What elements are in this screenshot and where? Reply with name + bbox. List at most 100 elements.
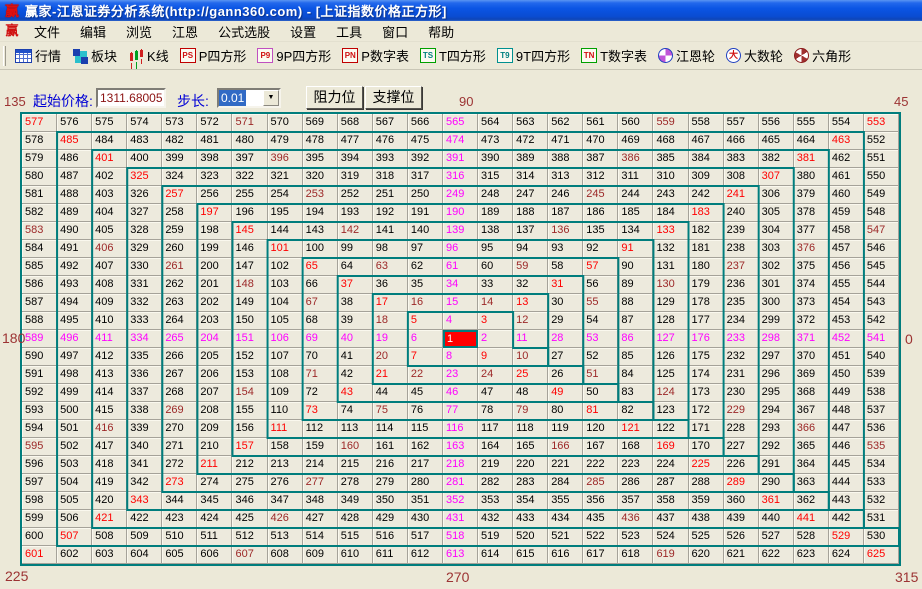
grid-cell[interactable]: 292 <box>759 438 794 456</box>
grid-cell[interactable]: 310 <box>653 168 688 186</box>
grid-cell[interactable]: 264 <box>162 312 197 330</box>
grid-cell[interactable]: 340 <box>127 438 162 456</box>
grid-cell[interactable]: 280 <box>408 474 443 492</box>
grid-cell[interactable]: 451 <box>829 348 864 366</box>
grid-cell[interactable]: 611 <box>373 546 408 564</box>
grid-cell[interactable]: 206 <box>197 366 232 384</box>
grid-cell[interactable]: 475 <box>408 132 443 150</box>
grid-cell[interactable]: 478 <box>303 132 338 150</box>
grid-cell[interactable]: 36 <box>373 276 408 294</box>
grid-cell[interactable]: 389 <box>513 150 548 168</box>
menu-item-工具[interactable]: 工具 <box>326 20 372 43</box>
grid-cell[interactable]: 284 <box>548 474 583 492</box>
grid-cell[interactable]: 320 <box>303 168 338 186</box>
grid-cell[interactable]: 220 <box>513 456 548 474</box>
grid-cell[interactable]: 85 <box>618 348 653 366</box>
grid-cell[interactable]: 422 <box>127 510 162 528</box>
grid-cell[interactable]: 48 <box>513 384 548 402</box>
grid-cell[interactable]: 99 <box>338 240 373 258</box>
grid-cell[interactable]: 607 <box>232 546 267 564</box>
grid-cell[interactable]: 232 <box>724 348 759 366</box>
grid-cell[interactable]: 281 <box>443 474 478 492</box>
grid-cell[interactable]: 327 <box>127 204 162 222</box>
grid-cell[interactable]: 141 <box>373 222 408 240</box>
grid-cell[interactable]: 401 <box>92 150 127 168</box>
grid-cell[interactable]: 426 <box>268 510 303 528</box>
grid-cell[interactable]: 189 <box>478 204 513 222</box>
grid-cell[interactable]: 547 <box>864 222 899 240</box>
grid-cell[interactable]: 541 <box>864 330 899 348</box>
grid-cell[interactable]: 455 <box>829 276 864 294</box>
grid-cell[interactable]: 244 <box>618 186 653 204</box>
grid-cell[interactable]: 191 <box>408 204 443 222</box>
grid-cell[interactable]: 11 <box>513 330 548 348</box>
grid-cell[interactable]: 241 <box>724 186 759 204</box>
grid-cell[interactable]: 103 <box>268 276 303 294</box>
grid-cell[interactable]: 123 <box>653 402 688 420</box>
grid-cell[interactable]: 210 <box>197 438 232 456</box>
grid-cell[interactable]: 609 <box>303 546 338 564</box>
grid-cell[interactable]: 95 <box>478 240 513 258</box>
grid-cell[interactable]: 357 <box>618 492 653 510</box>
grid-cell[interactable]: 29 <box>548 312 583 330</box>
grid-cell[interactable]: 328 <box>127 222 162 240</box>
grid-cell[interactable]: 88 <box>618 294 653 312</box>
grid-cell[interactable]: 618 <box>618 546 653 564</box>
grid-cell[interactable]: 222 <box>583 456 618 474</box>
grid-cell[interactable]: 504 <box>57 474 92 492</box>
grid-cell[interactable]: 408 <box>92 276 127 294</box>
grid-cell[interactable]: 453 <box>829 312 864 330</box>
grid-cell[interactable]: 252 <box>338 186 373 204</box>
grid-cell[interactable]: 114 <box>373 420 408 438</box>
grid-cell[interactable]: 622 <box>759 546 794 564</box>
grid-cell[interactable]: 138 <box>478 222 513 240</box>
grid-cell[interactable]: 165 <box>513 438 548 456</box>
grid-cell[interactable]: 77 <box>443 402 478 420</box>
grid-cell[interactable]: 372 <box>794 312 829 330</box>
grid-cell[interactable]: 305 <box>759 204 794 222</box>
grid-cell[interactable]: 108 <box>268 366 303 384</box>
grid-cell[interactable]: 582 <box>22 204 57 222</box>
grid-cell[interactable]: 219 <box>478 456 513 474</box>
grid-cell[interactable]: 489 <box>57 204 92 222</box>
grid-cell[interactable]: 480 <box>232 132 267 150</box>
grid-cell[interactable]: 409 <box>92 294 127 312</box>
grid-cell[interactable]: 439 <box>724 510 759 528</box>
grid-cell[interactable]: 299 <box>759 312 794 330</box>
grid-cell[interactable]: 449 <box>829 384 864 402</box>
grid-cell[interactable]: 211 <box>197 456 232 474</box>
grid-cell[interactable]: 66 <box>303 276 338 294</box>
toolbar-button-六角形[interactable]: 六角形 <box>790 44 855 67</box>
grid-cell[interactable]: 534 <box>864 456 899 474</box>
grid-cell[interactable]: 400 <box>127 150 162 168</box>
grid-cell[interactable]: 322 <box>232 168 267 186</box>
grid-cell[interactable]: 525 <box>689 528 724 546</box>
grid-cell[interactable]: 268 <box>162 384 197 402</box>
grid-cell[interactable]: 309 <box>689 168 724 186</box>
grid-cell[interactable]: 371 <box>794 330 829 348</box>
grid-cell[interactable]: 621 <box>724 546 759 564</box>
grid-cell[interactable]: 14 <box>478 294 513 312</box>
grid-cell[interactable]: 501 <box>57 420 92 438</box>
grid-cell[interactable]: 122 <box>653 420 688 438</box>
grid-cell[interactable]: 436 <box>618 510 653 528</box>
grid-cell[interactable]: 535 <box>864 438 899 456</box>
grid-cell[interactable]: 250 <box>408 186 443 204</box>
grid-cell[interactable]: 288 <box>689 474 724 492</box>
grid-cell[interactable]: 270 <box>162 420 197 438</box>
grid-cell[interactable]: 251 <box>373 186 408 204</box>
grid-cell[interactable]: 225 <box>689 456 724 474</box>
grid-cell[interactable]: 303 <box>759 240 794 258</box>
grid-cell[interactable]: 53 <box>583 330 618 348</box>
grid-cell[interactable]: 325 <box>127 168 162 186</box>
grid-cell[interactable]: 536 <box>864 420 899 438</box>
grid-cell[interactable]: 294 <box>759 402 794 420</box>
toolbar-button-P四方形[interactable]: PSP四方形 <box>176 44 251 67</box>
grid-cell[interactable]: 170 <box>689 438 724 456</box>
grid-cell[interactable]: 313 <box>548 168 583 186</box>
grid-cell[interactable]: 561 <box>583 114 618 132</box>
grid-cell[interactable]: 586 <box>22 276 57 294</box>
grid-cell[interactable]: 590 <box>22 348 57 366</box>
grid-cell[interactable]: 311 <box>618 168 653 186</box>
grid-cell[interactable]: 267 <box>162 366 197 384</box>
